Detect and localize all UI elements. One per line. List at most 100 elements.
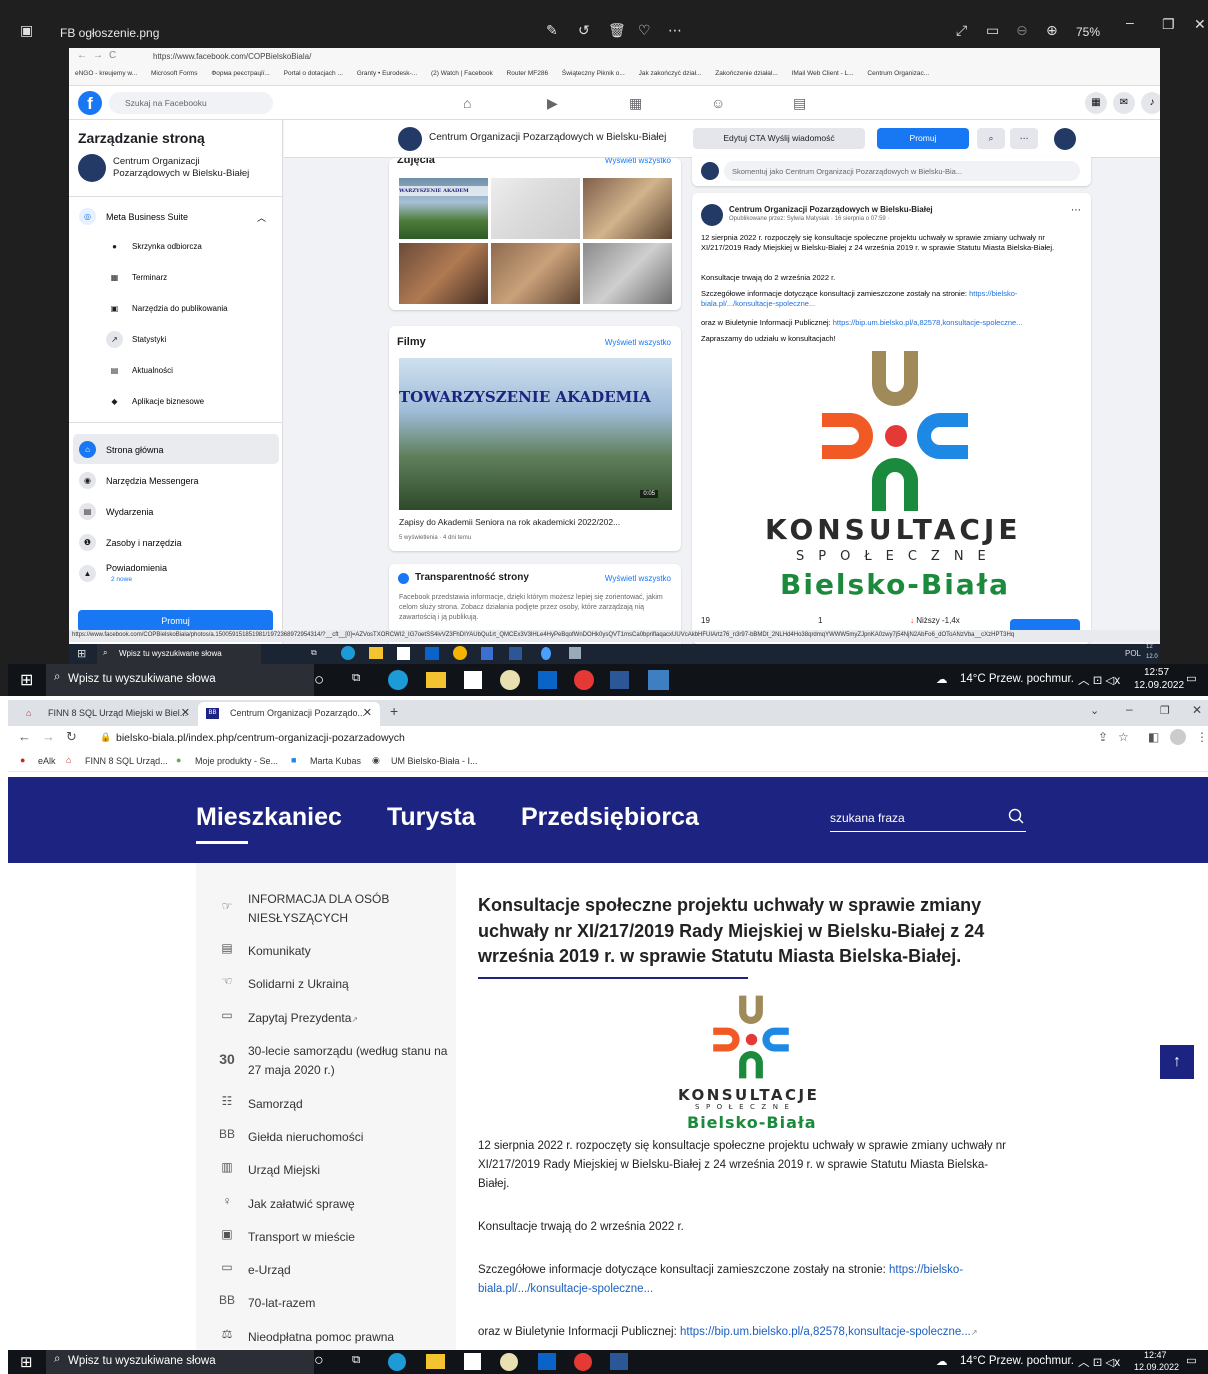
logo-right-shape [917, 413, 968, 459]
outlook-icon[interactable] [538, 671, 557, 689]
windows-start-icon[interactable]: ⊞ [20, 1353, 33, 1371]
sidepanel-icon[interactable]: ◧ [1148, 730, 1159, 744]
store-icon[interactable] [464, 671, 482, 689]
taskbar-search-box[interactable]: ⌕ Wpisz tu wyszukiwane słowa [46, 1350, 314, 1374]
explorer-icon [369, 647, 383, 659]
task-view-icon[interactable]: ⧉ [352, 672, 360, 685]
article-link[interactable]: https://bip.um.bielsko.pl/a,82578,konsul… [680, 1326, 971, 1338]
word-icon[interactable] [610, 1353, 628, 1370]
task-view-icon[interactable]: ⧉ [352, 1354, 360, 1367]
menu-item[interactable]: 30-lecie samorządu (według stanu na 27 m… [248, 1042, 448, 1080]
cortana-icon[interactable]: ○ [314, 670, 324, 690]
arrow-down-icon: ↓ [910, 616, 914, 625]
explorer-icon[interactable] [426, 672, 446, 688]
actual-size-icon[interactable]: ▭ [986, 22, 999, 38]
menu-item[interactable]: INFORMACJA DLA OSÓB NIESŁYSZĄCYCH [248, 890, 448, 928]
bookmark-icon: ● [20, 755, 26, 765]
menu-item[interactable]: Komunikaty [248, 942, 448, 961]
share-icon[interactable]: ⇪ [1098, 730, 1108, 744]
menu-item[interactable]: 70-lat-razem [248, 1294, 448, 1313]
fb-sidebar-heading: Zarządzanie stroną [78, 130, 205, 146]
edge-icon[interactable] [388, 1353, 406, 1371]
rotate-icon[interactable]: ↺ [578, 22, 590, 38]
bookmark[interactable]: FINN 8 SQL Urząd... [85, 756, 168, 766]
menu-item[interactable]: Transport w mieście [248, 1228, 448, 1247]
edge-icon[interactable] [388, 670, 408, 690]
bookmark[interactable]: Marta Kubas [310, 756, 361, 766]
close-icon[interactable]: ✕ [181, 702, 190, 724]
browser-tab-active[interactable]: BB Centrum Organizacji Pozarządo... ✕ [198, 702, 380, 726]
nav-tourist[interactable]: Turysta [387, 803, 475, 832]
scroll-to-top-button[interactable]: ↑ [1160, 1045, 1194, 1079]
minimize-icon[interactable]: – [1126, 702, 1133, 716]
site-search-input[interactable]: szukana fraza [830, 802, 1026, 832]
logo-left-shape [822, 413, 873, 459]
address-input[interactable]: bielsko-biala.pl/index.php/centrum-organ… [116, 732, 405, 744]
bookmark[interactable]: UM Bielsko-Biała - I... [391, 756, 478, 766]
bookmark: eNGO - kreujemy w... [75, 70, 138, 77]
menu-item[interactable]: e-Urząd [248, 1261, 448, 1280]
close-icon[interactable]: ✕ [1192, 703, 1202, 717]
windows-start-icon[interactable]: ⊞ [20, 670, 33, 690]
maximize-icon[interactable]: ❐ [1160, 704, 1170, 717]
bell-icon: ▲ [79, 565, 96, 582]
menu-item[interactable]: Urząd Miejski [248, 1161, 448, 1180]
search-icon[interactable] [1008, 808, 1024, 824]
new-tab-icon[interactable]: + [390, 703, 398, 719]
nav-business[interactable]: Przedsiębiorca [521, 803, 699, 832]
word-icon[interactable] [610, 671, 629, 689]
bookmark[interactable]: Moje produkty - Se... [195, 756, 278, 766]
cortana-icon[interactable]: ○ [314, 1352, 324, 1370]
app-icon[interactable] [500, 1353, 518, 1371]
chevron-down-icon[interactable]: ⌄ [1090, 704, 1099, 717]
menu-item[interactable]: Nieodpłatna pomoc prawna [248, 1328, 448, 1347]
star-icon[interactable]: ☆ [1118, 730, 1129, 744]
notification-icon[interactable]: ▭ [1186, 671, 1197, 685]
close-icon[interactable]: ✕ [1194, 16, 1206, 32]
nav-active-underline [196, 841, 248, 844]
menu-item[interactable]: Samorząd [248, 1095, 448, 1114]
edit-icon[interactable]: ✎ [546, 22, 558, 38]
more-icon[interactable]: ⋯ [668, 22, 682, 38]
tray-icons[interactable]: ︿ ⊡ ◁x [1078, 1354, 1120, 1370]
notification-icon[interactable]: ▭ [1186, 1353, 1197, 1367]
taskbar-search-box[interactable]: ⌕ Wpisz tu wyszukiwane słowa [46, 664, 314, 696]
suite-item: Aplikacje biznesowe [132, 397, 205, 406]
nav-resident[interactable]: Mieszkaniec [196, 803, 342, 832]
outlook-icon[interactable] [538, 1353, 556, 1370]
store-icon[interactable] [464, 1353, 481, 1370]
taskbar: ⊞ ⌕ Wpisz tu wyszukiwane słowa ○ ⧉ ☁ 14°… [8, 1350, 1208, 1374]
back-icon[interactable]: ← [18, 729, 31, 744]
profile-icon[interactable] [1170, 729, 1186, 745]
menu-item[interactable]: Giełda nieruchomości [248, 1128, 448, 1147]
delete-icon[interactable]: 🗑 [608, 22, 626, 38]
bookmark[interactable]: eAlk [38, 756, 56, 766]
see-all-link: Wyświetl wszystko [604, 338, 671, 347]
menu-item[interactable]: Zapytaj Prezydenta↗ [248, 1009, 448, 1029]
photos-icon[interactable] [648, 670, 669, 690]
weather-text: 14°C Przew. pochmur. [960, 1355, 1074, 1367]
menu-item[interactable]: Jak załatwić sprawę [248, 1195, 448, 1214]
browser-tab[interactable]: ⌂ FINN 8 SQL Urząd Miejski w Biel... ✕ [16, 702, 198, 726]
fullscreen-icon[interactable]: ⤢ [956, 22, 967, 38]
tray-icons[interactable]: ︿ ⊡ ◁x [1078, 672, 1120, 688]
close-icon[interactable]: ✕ [363, 702, 372, 724]
facebook-screenshot: ←→C https://www.facebook.com/COPBielskoB… [69, 48, 1160, 644]
app-icon[interactable] [500, 670, 520, 690]
explorer-icon[interactable] [426, 1354, 445, 1369]
post-author-avatar [701, 204, 723, 226]
menu-icon[interactable]: ⋮ [1196, 730, 1208, 744]
lock-icon: 🔒 [100, 732, 112, 742]
zoom-out-icon[interactable]: ⊖ [1016, 22, 1028, 38]
maximize-icon[interactable]: ❐ [1162, 16, 1175, 32]
chrome-icon[interactable] [574, 1353, 592, 1371]
reload-icon[interactable]: ↻ [66, 729, 77, 745]
forward-icon[interactable]: → [42, 729, 55, 744]
article: Konsultacje społeczne projektu uchwały w… [478, 863, 1038, 1350]
zoom-in-icon[interactable]: ⊕ [1046, 22, 1058, 38]
minimize-icon[interactable]: – [1126, 14, 1134, 30]
menu-item[interactable]: Solidarni z Ukrainą [248, 975, 448, 994]
heart-icon[interactable]: ♡ [638, 22, 651, 38]
chrome-icon[interactable] [574, 670, 594, 690]
comment-input: Skomentuj jako Centrum Organizacji Pozar… [724, 161, 1080, 181]
